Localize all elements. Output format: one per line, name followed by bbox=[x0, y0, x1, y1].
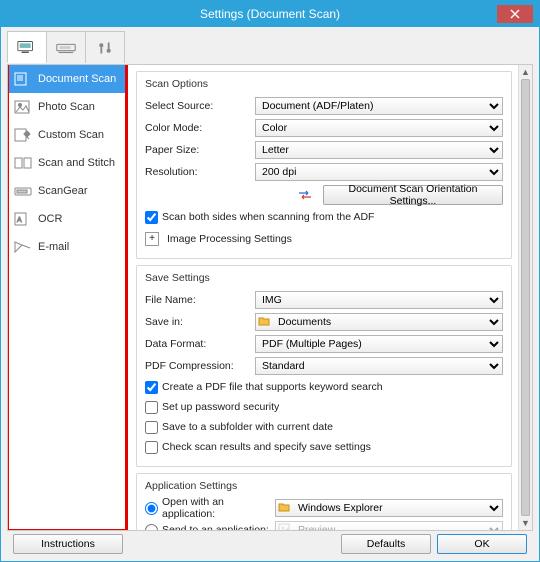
email-icon bbox=[14, 239, 32, 255]
open-app-dropdown[interactable]: Windows Explorer bbox=[275, 499, 503, 517]
data-format-label: Data Format: bbox=[145, 338, 255, 350]
application-settings-title: Application Settings bbox=[145, 480, 503, 492]
pdf-keyword-label: Create a PDF file that supports keyword … bbox=[162, 381, 383, 393]
photo-scan-icon bbox=[14, 99, 32, 115]
sidebar-label: E-mail bbox=[38, 241, 69, 253]
save-settings-group: Save Settings File Name: IMG Save in: Do… bbox=[136, 265, 512, 467]
sidebar-item-scangear[interactable]: ScanGear bbox=[8, 177, 126, 205]
subfolder-label: Save to a subfolder with current date bbox=[162, 421, 333, 433]
resolution-label: Resolution: bbox=[145, 166, 255, 178]
scan-options-group: Scan Options Select Source: Document (AD… bbox=[136, 71, 512, 259]
svg-text:A: A bbox=[17, 217, 22, 224]
send-app-radio[interactable] bbox=[145, 524, 158, 531]
settings-content: Scan Options Select Source: Document (AD… bbox=[126, 65, 532, 530]
check-results-checkbox[interactable] bbox=[145, 441, 158, 454]
tab-scan-from-computer[interactable] bbox=[7, 31, 47, 63]
sidebar-item-document-scan[interactable]: Document Scan bbox=[8, 65, 126, 93]
scroll-down-arrow[interactable]: ▼ bbox=[519, 516, 532, 530]
scan-both-sides-label: Scan both sides when scanning from the A… bbox=[162, 211, 374, 223]
sidebar-item-email[interactable]: E-mail bbox=[8, 233, 126, 261]
stitch-icon bbox=[14, 155, 32, 171]
sidebar-item-scan-and-stitch[interactable]: Scan and Stitch bbox=[8, 149, 126, 177]
paper-size-dropdown[interactable]: Letter bbox=[255, 141, 503, 159]
ocr-icon: A bbox=[14, 211, 32, 227]
folder-icon bbox=[258, 315, 270, 327]
password-label: Set up password security bbox=[162, 401, 279, 413]
select-source-dropdown[interactable]: Document (ADF/Platen) bbox=[255, 97, 503, 115]
scan-options-title: Scan Options bbox=[145, 78, 503, 90]
check-results-label: Check scan results and specify save sett… bbox=[162, 441, 371, 453]
sidebar-label: OCR bbox=[38, 213, 62, 225]
orientation-settings-button[interactable]: Document Scan Orientation Settings... bbox=[323, 185, 503, 205]
pdf-compression-label: PDF Compression: bbox=[145, 360, 255, 372]
sidebar-label: Document Scan bbox=[38, 73, 116, 85]
scroll-up-arrow[interactable]: ▲ bbox=[519, 65, 532, 79]
color-mode-label: Color Mode: bbox=[145, 122, 255, 134]
paper-size-label: Paper Size: bbox=[145, 144, 255, 156]
sidebar-item-ocr[interactable]: A OCR bbox=[8, 205, 126, 233]
top-tab-bar bbox=[7, 31, 533, 65]
application-settings-group: Application Settings Open with an applic… bbox=[136, 473, 512, 530]
tab-scan-from-panel[interactable] bbox=[46, 31, 86, 63]
save-settings-title: Save Settings bbox=[145, 272, 503, 284]
scangear-icon bbox=[14, 183, 32, 199]
ok-button[interactable]: OK bbox=[437, 534, 527, 554]
password-checkbox[interactable] bbox=[145, 401, 158, 414]
image-processing-label: Image Processing Settings bbox=[167, 233, 292, 245]
sidebar-label: Photo Scan bbox=[38, 101, 95, 113]
close-button[interactable] bbox=[497, 5, 533, 23]
save-in-dropdown[interactable]: Documents bbox=[255, 313, 503, 331]
subfolder-checkbox[interactable] bbox=[145, 421, 158, 434]
pdf-keyword-checkbox[interactable] bbox=[145, 381, 158, 394]
pdf-compression-dropdown[interactable]: Standard bbox=[255, 357, 503, 375]
file-name-field[interactable]: IMG bbox=[255, 291, 503, 309]
sidebar-label: Scan and Stitch bbox=[38, 157, 115, 169]
save-in-label: Save in: bbox=[145, 316, 255, 328]
swap-icon[interactable] bbox=[297, 188, 313, 202]
footer-bar: Instructions Defaults OK bbox=[7, 531, 533, 557]
explorer-icon bbox=[278, 501, 290, 513]
scrollbar-thumb[interactable] bbox=[521, 79, 530, 516]
file-name-label: File Name: bbox=[145, 294, 255, 306]
sidebar-label: ScanGear bbox=[38, 185, 88, 197]
defaults-button[interactable]: Defaults bbox=[341, 534, 431, 554]
instructions-button[interactable]: Instructions bbox=[13, 534, 123, 554]
resolution-dropdown[interactable]: 200 dpi bbox=[255, 163, 503, 181]
title-bar: Settings (Document Scan) bbox=[1, 1, 539, 27]
scan-both-sides-checkbox[interactable] bbox=[145, 211, 158, 224]
document-scan-icon bbox=[14, 71, 32, 87]
image-processing-expand[interactable]: + bbox=[145, 232, 159, 246]
tab-general-settings[interactable] bbox=[85, 31, 125, 63]
open-app-radio[interactable] bbox=[145, 502, 158, 515]
content-scrollbar[interactable]: ▲ ▼ bbox=[518, 65, 532, 530]
sidebar-item-photo-scan[interactable]: Photo Scan bbox=[8, 93, 126, 121]
main-area: Document Scan Photo Scan Custom Scan Sca… bbox=[7, 65, 533, 531]
sidebar-item-custom-scan[interactable]: Custom Scan bbox=[8, 121, 126, 149]
open-app-label: Open with an application: bbox=[162, 496, 275, 520]
window-title: Settings (Document Scan) bbox=[200, 7, 340, 21]
custom-scan-icon bbox=[14, 127, 32, 143]
select-source-label: Select Source: bbox=[145, 100, 255, 112]
sidebar-label: Custom Scan bbox=[38, 129, 104, 141]
send-app-dropdown[interactable]: Preview bbox=[275, 521, 503, 530]
settings-window: Settings (Document Scan) Document Scan bbox=[0, 0, 540, 562]
color-mode-dropdown[interactable]: Color bbox=[255, 119, 503, 137]
window-body: Document Scan Photo Scan Custom Scan Sca… bbox=[1, 27, 539, 561]
data-format-dropdown[interactable]: PDF (Multiple Pages) bbox=[255, 335, 503, 353]
send-app-label: Send to an application: bbox=[162, 524, 269, 530]
scan-type-sidebar: Document Scan Photo Scan Custom Scan Sca… bbox=[8, 65, 126, 530]
